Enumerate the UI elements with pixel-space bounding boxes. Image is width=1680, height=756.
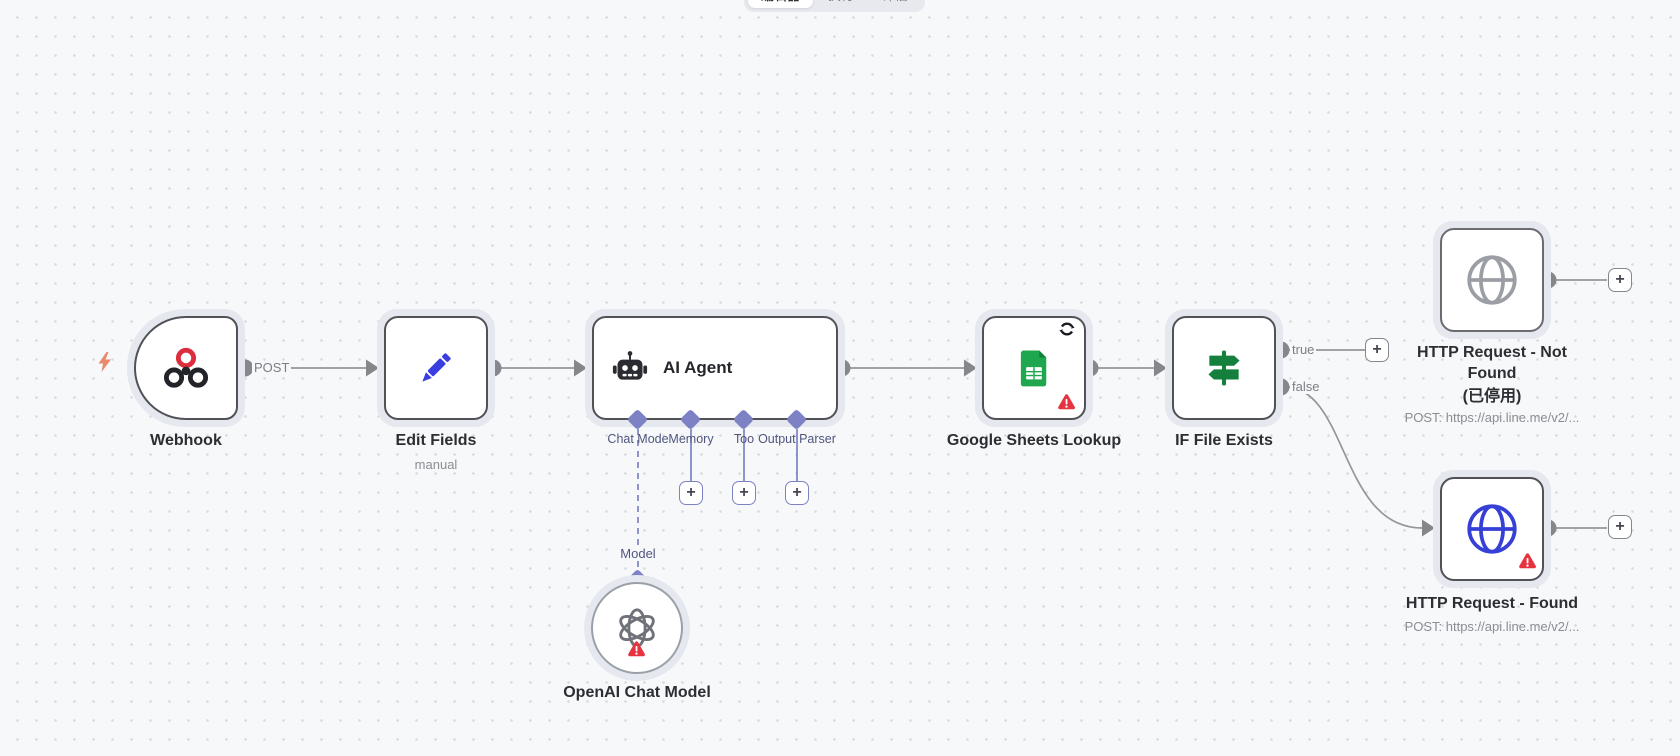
add-output-parser-button[interactable]: + [785,481,809,505]
http-not-found-status: (已停用) [1392,386,1592,407]
if-label: IF File Exists [1124,430,1324,451]
globe-gray-icon [1464,252,1520,308]
found-error-icon [1518,552,1537,575]
node-if-body [1172,316,1276,420]
tab-evaluations[interactable]: 评估 [869,0,921,8]
tab-editor[interactable]: 编辑器 [748,0,813,8]
signpost-icon [1202,346,1246,390]
google-sheets-icon [1013,347,1055,389]
if-true-label: true [1290,343,1316,357]
workflow-canvas[interactable]: 编辑器 执行 评估 Webhook POST [0,0,1680,756]
globe-blue-icon [1464,501,1520,557]
node-http-not-found-body [1440,228,1544,332]
webhook-icon [163,345,209,391]
sheets-error-icon [1057,393,1076,416]
sub-connector-lines [638,429,797,571]
model-connector-label: Model [617,546,658,561]
edit-fields-label: Edit Fields [336,430,536,451]
webhook-output-label: POST [252,361,291,375]
node-webhook-body [134,316,238,420]
node-ai-agent[interactable]: AI Agent [585,309,845,427]
loop-icon [1059,321,1075,342]
tab-executions[interactable]: 执行 [815,0,867,8]
view-tabs: 编辑器 执行 评估 [744,0,925,12]
ai-agent-title: AI Agent [663,358,732,378]
http-not-found-label: HTTP Request - Not Found [1392,342,1592,384]
http-not-found-subtitle: POST: https://api.line.me/v2/... [1382,410,1602,425]
google-sheets-label: Google Sheets Lookup [934,430,1134,451]
node-edit-fields-body [384,316,488,420]
tool-connector-label: Too [734,432,754,446]
lightning-icon [96,352,114,377]
node-edit-fields[interactable] [377,309,495,427]
add-tool-button[interactable]: + [732,481,756,505]
pencil-icon [414,346,458,390]
edge-if-false-to-found [1285,387,1422,528]
add-node-after-notfound-button[interactable]: + [1608,268,1632,292]
webhook-label: Webhook [86,430,286,451]
add-node-after-found-button[interactable]: + [1608,515,1632,539]
node-openai-chat-model[interactable] [584,575,690,681]
chat-model-connector-label: Chat Mode [607,432,668,446]
memory-connector-label: Memory [668,432,713,446]
openai-error-icon [627,640,646,663]
edit-fields-subtitle: manual [326,457,546,472]
node-http-not-found[interactable] [1433,221,1551,339]
node-ai-agent-body: AI Agent [592,316,838,420]
http-found-subtitle: POST: https://api.line.me/v2/... [1382,619,1602,634]
openai-label: OpenAI Chat Model [537,682,737,703]
add-node-after-true-button[interactable]: + [1365,338,1389,362]
output-parser-connector-label: Output Parser [758,432,836,446]
robot-icon [610,348,650,388]
node-if-file-exists[interactable] [1165,309,1283,427]
add-memory-button[interactable]: + [679,481,703,505]
if-false-label: false [1290,380,1321,394]
node-webhook[interactable] [127,309,245,427]
http-found-label: HTTP Request - Found [1392,593,1592,614]
